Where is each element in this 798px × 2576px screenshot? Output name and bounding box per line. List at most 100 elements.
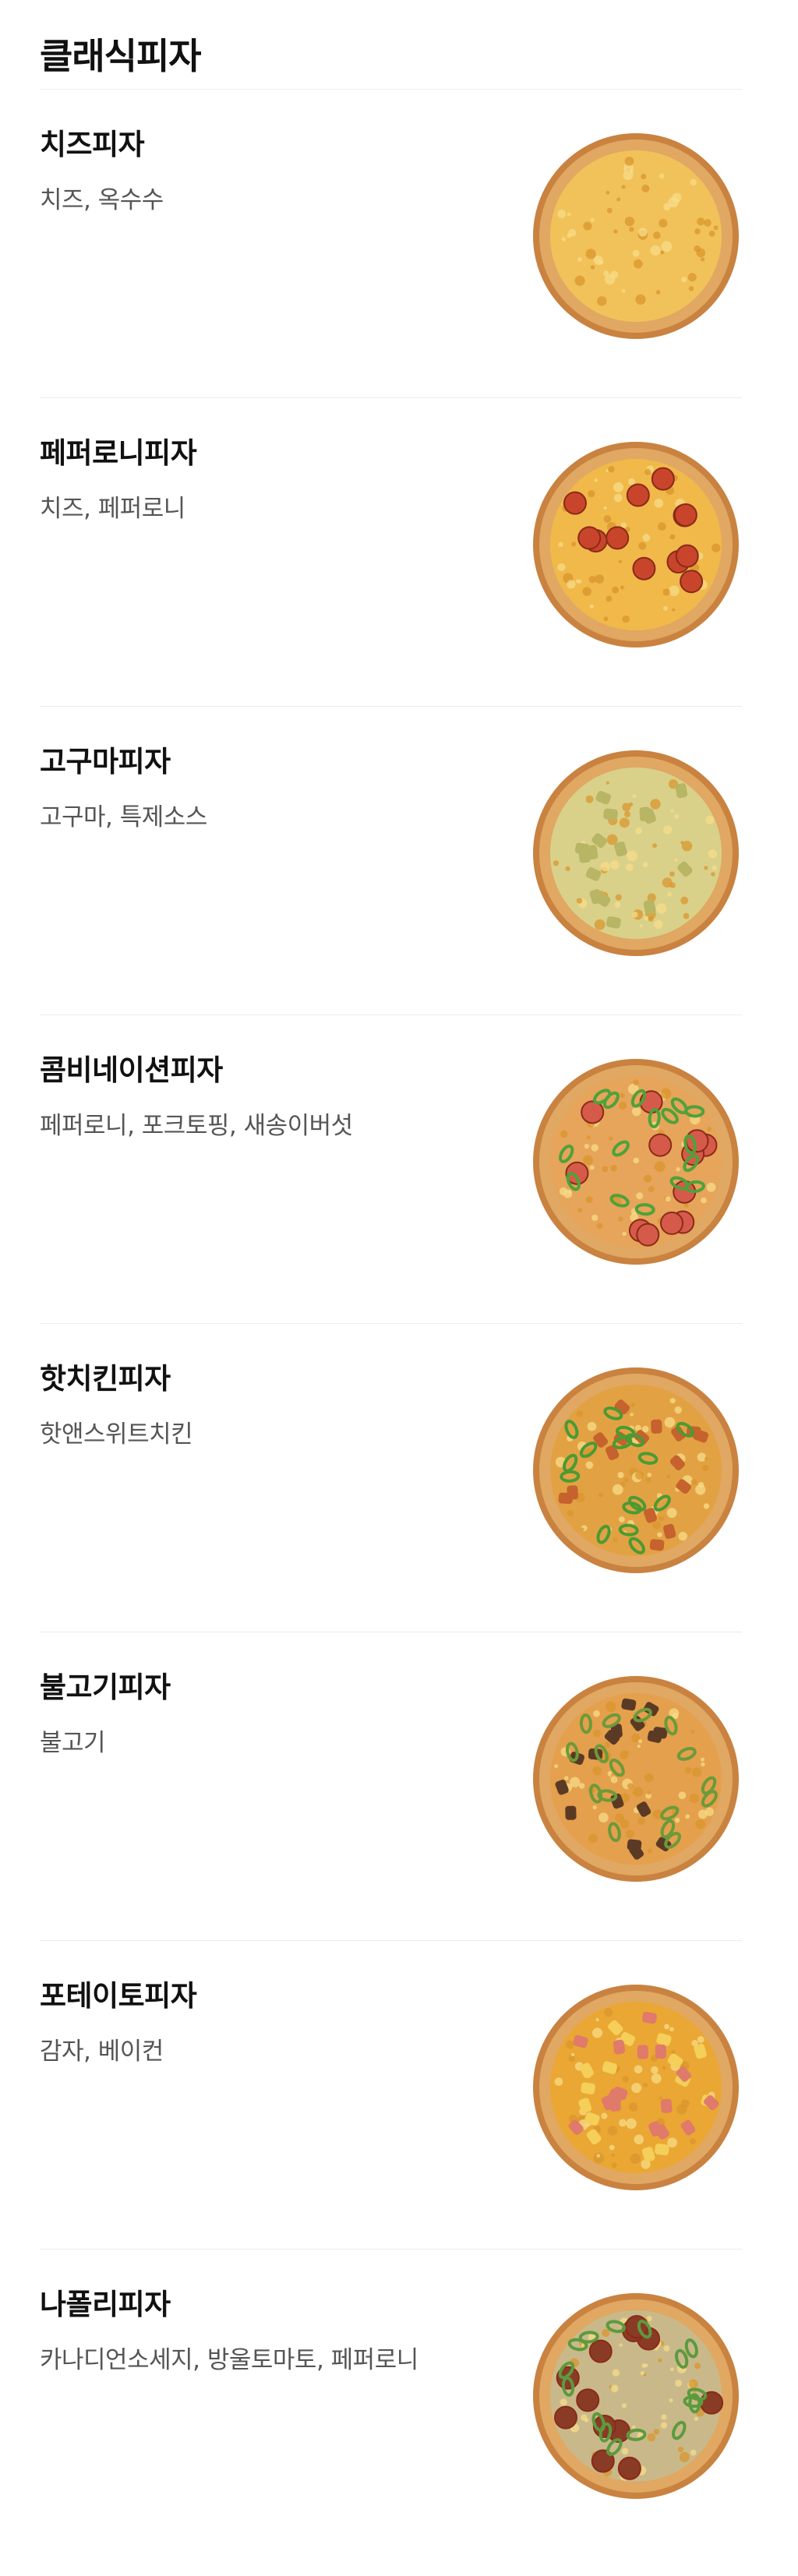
cheese-speckle [653,2428,660,2435]
cheese-speckle [558,542,563,548]
menu-item[interactable]: 핫치킨피자 핫앤스위트치킨 [40,1323,742,1632]
menu-item-name: 나폴리피자 [40,2288,171,2321]
cheese-speckle [704,1456,708,1461]
cheese-speckle [603,2007,613,2017]
cheese-speckle [674,813,680,820]
cheese-speckle [666,1474,671,1479]
cheese-speckle [636,1192,644,1200]
cheese-speckle [608,1136,613,1142]
cheese-speckle [554,1764,559,1769]
cheese-speckle [590,265,595,270]
cheese-speckle [595,2017,599,2022]
cheese-speckle [589,1165,595,1170]
pizza-topping [606,526,630,550]
cheese-speckle [594,919,606,930]
cheese-speckle [622,803,631,812]
cheese-speckle [635,1470,644,1480]
pizza-topping [648,1133,673,1157]
cheese-speckle [706,1182,716,1192]
menu-item[interactable]: 포테이토피자 감자, 베이컨 [40,1940,742,2249]
cheese-speckle [588,490,595,498]
menu-item-name: 콤비네이션피자 [40,1053,223,1087]
sweet-potato-pizza-image [530,747,742,959]
menu-item[interactable]: 나폴리피자 카나디언소세지, 방울토마토, 페퍼로니 [40,2249,742,2557]
cheese-speckle [697,2036,704,2043]
cheese-speckle [658,1516,664,1522]
cheese-speckle [667,892,672,897]
cheese-speckle [632,2425,636,2430]
cheese-speckle [669,882,676,888]
cheese-speckle [582,1155,594,1166]
cheese-speckle [669,2027,674,2032]
cheese-speckle [609,2144,615,2151]
page: 클래식피자 치즈피자 치즈, 옥수수 페퍼로니피자 치즈, 페퍼로니 고구마피자 고구마,… [0,0,798,2576]
cheese-speckle [633,1079,639,1085]
cheese-speckle [618,1101,627,1110]
cheese-speckle [647,2433,656,2442]
cheese-speckle [629,227,634,232]
cheese-speckle [640,2370,644,2376]
menu-item[interactable]: 콤비네이션피자 페퍼로니, 포크토핑, 새송이버섯 [40,1015,742,1323]
cheese-speckle [642,862,648,868]
cheese-speckle [620,1750,629,1759]
cheese-speckle [610,1776,618,1784]
cheese-speckle [567,233,572,238]
cheese-speckle [590,217,595,222]
pizza-topping [636,1223,660,1247]
cheese-speckle [652,1520,661,1530]
cheese-speckle [694,2416,699,2421]
pizza-topping [553,2405,577,2430]
cheese-speckle [627,850,637,862]
cheese-speckle [596,2154,601,2158]
cheese-speckle [694,228,701,235]
cheese-speckle [554,2077,563,2086]
menu-item[interactable]: 고구마피자 고구마, 특제소스 [40,706,742,1015]
cheese-speckle [613,229,618,234]
cheese-speckle [713,225,719,231]
cheese-speckle [680,896,689,905]
pepperoni-pizza-image [530,439,742,651]
cheese-speckle [619,2119,627,2127]
cheese-speckle [624,216,635,227]
pizza-topping [675,544,699,568]
menu-item[interactable]: 페퍼로니피자 치즈, 페퍼로니 [40,397,742,706]
cheese-speckle [697,1452,707,1462]
cheese-speckle [635,294,646,305]
cheese-speckle [613,1537,618,1543]
cheese-speckle [697,217,705,226]
cheese-speckle [620,1092,625,1099]
menu-item[interactable]: 치즈피자 치즈, 옥수수 [40,89,742,397]
cheese-speckle [648,1186,655,1193]
cheese-speckle [586,1135,591,1140]
cheese-speckle [627,1783,634,1790]
cheese-speckle [575,579,580,584]
cheese-speckle [603,270,609,277]
cheese-speckle [585,1196,593,1204]
menu-item-description: 치즈, 페퍼로니 [40,495,185,523]
menu-item-description: 감자, 베이컨 [40,2038,164,2066]
cheese-speckle [604,1741,611,1749]
cheese-speckle [690,2138,697,2145]
pizza-topping [651,467,675,491]
cheese-speckle [647,1791,651,1795]
pizza-topping [642,2011,657,2024]
cheese-speckle [676,1166,680,1172]
cheese-speckle [644,1174,652,1183]
cheese-speckle [570,1777,581,1787]
cheese-speckle [622,615,630,623]
cheese-speckle [610,1164,618,1172]
cheese-speckle [623,810,630,817]
cheese-speckle [704,219,711,227]
pizza-topping [660,1211,684,1235]
pizza-illustration [533,1985,739,2190]
pizza-topping [576,2388,600,2412]
cheese-speckle [641,184,650,192]
cheese-speckle [711,872,715,877]
pizza-topping [563,491,587,515]
cheese-speckle [669,2398,673,2403]
cheese-speckle [669,534,676,540]
cheese-speckle [565,866,570,871]
menu-item[interactable]: 불고기피자 불고기 [40,1632,742,1940]
cheese-speckle [619,2343,623,2347]
cheese-speckle [669,1398,676,1404]
